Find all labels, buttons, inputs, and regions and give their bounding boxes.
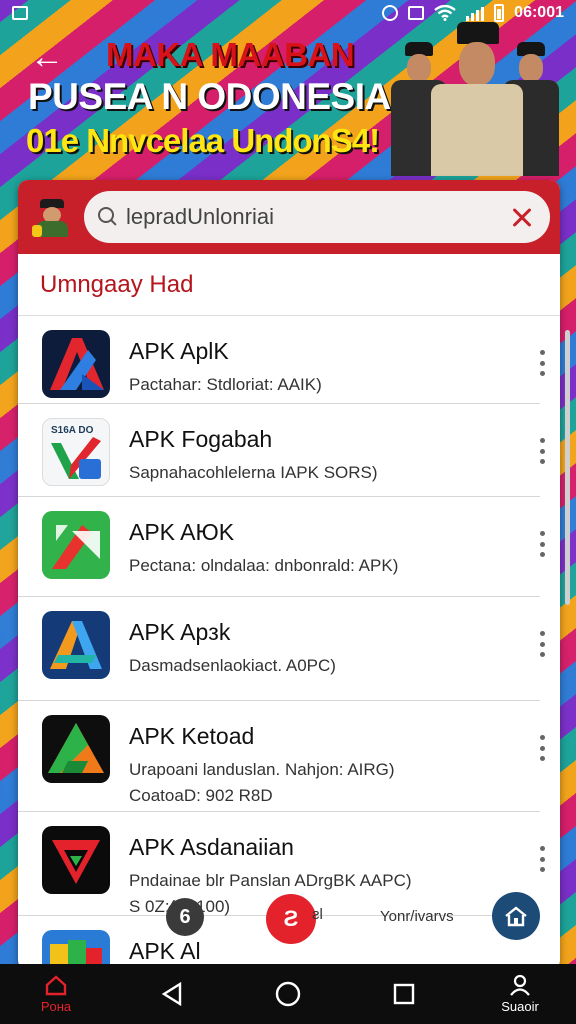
home-shortcut-button[interactable] — [492, 892, 540, 940]
person-icon — [510, 974, 530, 996]
card-header: lepradUnlonriai — [18, 180, 560, 254]
scrollbar[interactable] — [565, 330, 570, 605]
clock: 06:001 — [514, 4, 564, 21]
blue-red-a-icon — [42, 330, 110, 398]
list-item[interactable]: APK AЮK Pectana: olndalaa: dnbonrald: AP… — [18, 497, 545, 597]
svg-text:S16A DO: S16A DO — [51, 425, 94, 436]
list-item[interactable]: APK Ketoad Urapoani landuslan. Nahjon: A… — [18, 701, 545, 812]
nav-recents-button[interactable] — [372, 982, 436, 1006]
home-icon — [45, 975, 67, 996]
gallery-notification-icon — [12, 6, 28, 20]
floating-left-label: 6 — [179, 905, 191, 928]
nav-profile[interactable]: Suaoir — [488, 974, 552, 1014]
app-title: APK AЮK — [129, 519, 235, 545]
signal-icon — [466, 5, 485, 21]
colorful-a-icon — [42, 611, 110, 679]
clear-search-icon[interactable] — [508, 203, 536, 231]
floating-action-bar: 6 Ƨ ƨl Yonr/ivarvs — [160, 892, 550, 946]
header-banner: ← MAKA MAABAN PUSEA N ODONESIA 01e Nnvce… — [0, 22, 576, 176]
more-options-icon[interactable] — [538, 531, 546, 557]
app-title: APK Fogabah — [129, 426, 273, 452]
app-list-card: lepradUnlonriai Umngaay Had APK AplK Pac… — [18, 180, 560, 970]
floating-center-symbol: Ƨ — [283, 906, 299, 931]
list-item[interactable]: S16A DO APK Fogabah Sapnahacohlelerna IA… — [18, 404, 545, 497]
more-options-icon[interactable] — [538, 631, 546, 657]
floating-left-button[interactable]: 6 — [166, 898, 204, 936]
bottom-navigation-bar: Poнa Suaoir — [0, 964, 576, 1024]
app-title: APK AplK — [129, 338, 229, 364]
floating-center-button[interactable]: Ƨ — [266, 894, 316, 944]
search-icon — [98, 207, 118, 227]
more-options-icon[interactable] — [538, 735, 546, 761]
back-triangle-icon — [161, 981, 182, 1007]
app-subtitle-secondary: CoatoaD: 902 R8D — [129, 786, 273, 805]
floating-caption-left: ƨl — [312, 906, 323, 923]
search-input[interactable]: lepradUnlonriai — [126, 204, 508, 230]
nav-home-button[interactable] — [256, 980, 320, 1008]
app-subtitle: Pndainae blr Panslan ADrgBK AAPC) — [129, 871, 412, 890]
wifi-icon — [434, 5, 456, 21]
section-title: Umngaay Had — [18, 254, 560, 316]
app-subtitle: Pectana: olndalaa: dnbonrald: APK) — [129, 556, 399, 575]
status-bar: 06:001 — [0, 0, 576, 26]
banner-tagline: 01e Nnvcelaa UndonS4! — [26, 122, 380, 159]
officers-illustration — [389, 22, 564, 176]
app-title: APK Apзk — [129, 619, 231, 645]
more-options-icon[interactable] — [538, 350, 546, 376]
list-item[interactable]: APK Apзk Dasmadsenlaokiact. A0PC) — [18, 597, 545, 701]
banner-subtitle: PUSEA N ODONESIA — [28, 76, 391, 117]
list-item[interactable]: APK AplK Pactahar: Stdloriat: AAIK) — [18, 316, 545, 404]
green-orange-triangle-icon — [42, 715, 110, 783]
battery-icon — [494, 4, 505, 22]
banner-title: MAKA MAABAN — [106, 36, 355, 73]
home-circle-icon — [275, 981, 301, 1007]
red-green-v-icon — [42, 826, 110, 894]
officer-badge-icon — [32, 197, 72, 237]
app-subtitle: Pactahar: Stdloriat: AAIK) — [129, 375, 322, 394]
more-options-icon[interactable] — [538, 438, 546, 464]
nav-home-label: Poнa — [40, 999, 72, 1014]
app-title: APK Asdanaiian — [129, 834, 294, 860]
alarm-icon — [408, 6, 425, 20]
green-red-arrow-icon — [42, 511, 110, 579]
nav-home[interactable]: Poнa — [24, 974, 88, 1014]
more-options-icon[interactable] — [538, 846, 546, 872]
app-subtitle: Sapnahacohlelerna IAPK SORS) — [129, 463, 378, 482]
recents-square-icon — [393, 983, 415, 1005]
app-list: APK AplK Pactahar: Stdloriat: AAIK) S16A… — [18, 316, 560, 970]
app-subtitle: Urapoani landuslan. Nahjon: AIRG) — [129, 760, 395, 779]
floating-caption-right: Yonr/ivarvs — [380, 908, 454, 925]
sync-icon — [382, 5, 399, 21]
app-title: APK Ketoad — [129, 723, 255, 749]
search-bar[interactable]: lepradUnlonriai — [84, 191, 550, 243]
red-check-icon: S16A DO — [42, 418, 110, 486]
back-arrow-icon[interactable]: ← — [30, 38, 64, 77]
nav-back-button[interactable] — [140, 981, 204, 1007]
app-subtitle: Dasmadsenlaokiact. A0PC) — [129, 656, 336, 675]
nav-profile-label: Suaoir — [501, 999, 539, 1014]
home-outline-icon — [505, 906, 527, 927]
